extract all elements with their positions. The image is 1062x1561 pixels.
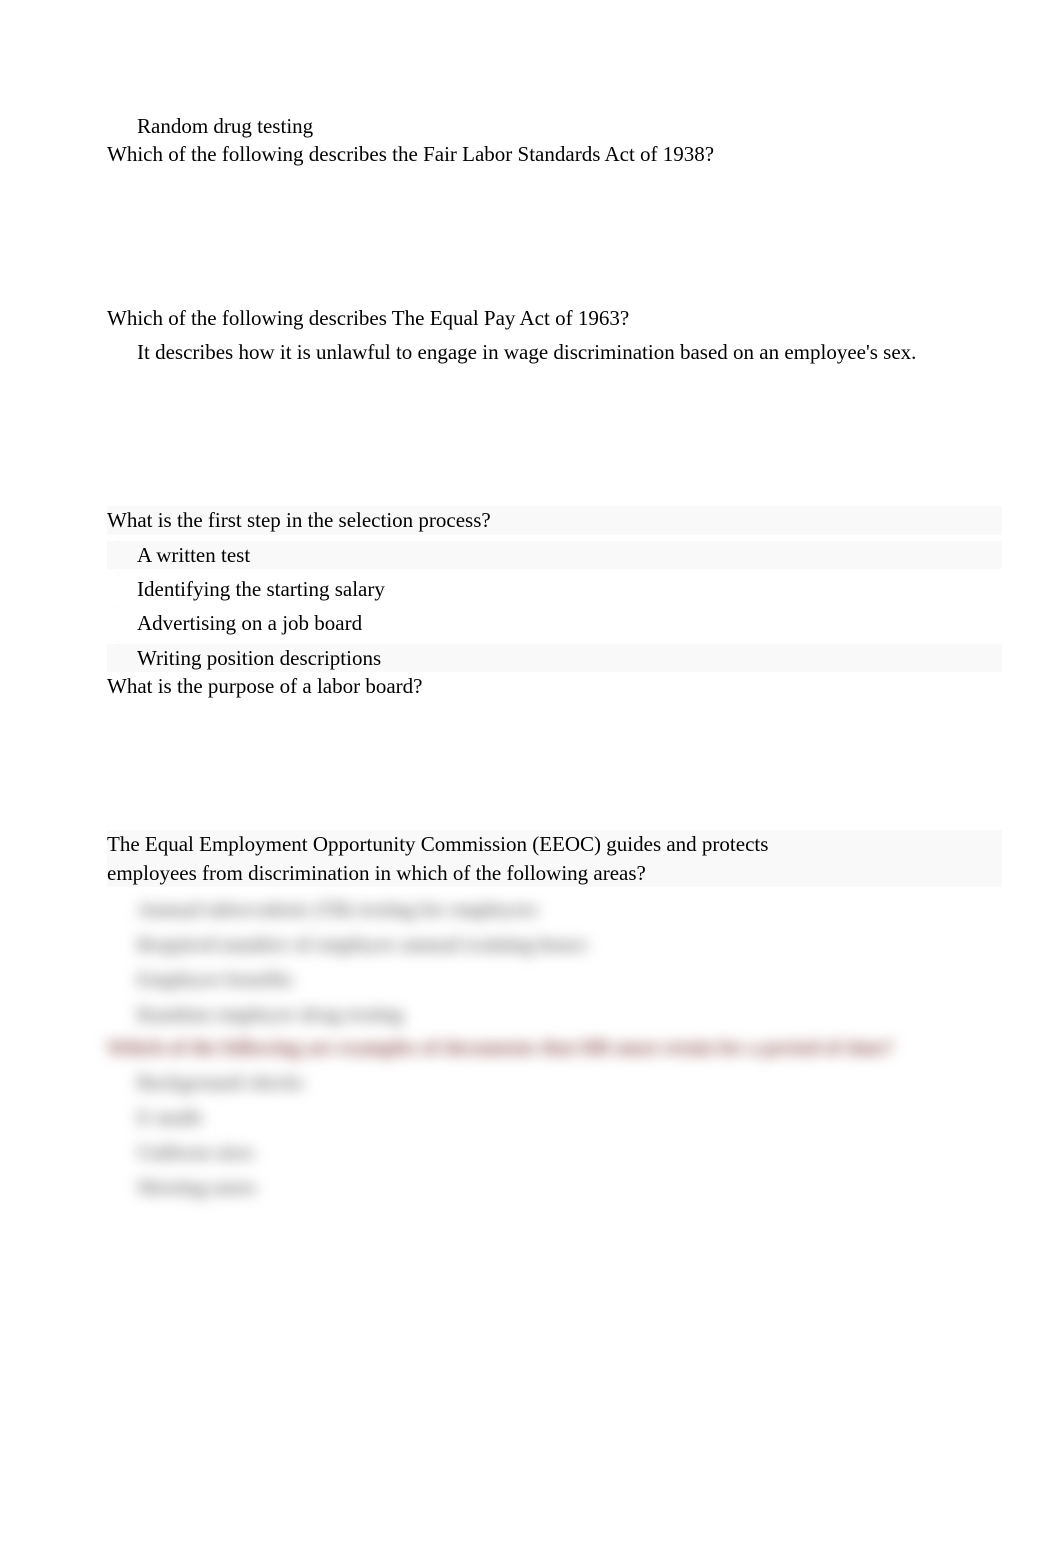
question-eeoc-line2: employees from discrimination in which o… <box>107 859 1002 887</box>
option-label: Advertising on a job board <box>137 611 362 635</box>
blurred-question: Which of the following are examples of d… <box>107 1035 1002 1062</box>
blurred-option: Meeting notes <box>107 1175 1002 1202</box>
question-flsa: Which of the following describes the Fai… <box>107 140 1002 168</box>
blurred-option: Annual tuberculosis (TB) testing for emp… <box>107 897 1002 924</box>
option-row: ○ Identifying the starting salary <box>107 575 1002 603</box>
question-eeoc: The Equal Employment Opportunity Commiss… <box>107 830 1002 887</box>
option-row: ○ A written test <box>107 541 1002 569</box>
answer-epa: It describes how it is unlawful to engag… <box>107 338 1002 366</box>
option-marker: ○ <box>114 636 121 651</box>
question-eeoc-line1: The Equal Employment Opportunity Commiss… <box>107 830 1002 858</box>
question-epa: Which of the following describes The Equ… <box>107 304 1002 332</box>
blurred-option: Random employee drug testing <box>107 1002 1002 1029</box>
option-row: ○ Writing position descriptions <box>107 644 1002 672</box>
blurred-content: Annual tuberculosis (TB) testing for emp… <box>107 897 1002 1202</box>
option-marker: ○ <box>114 567 121 582</box>
option-row: ○ Advertising on a job board <box>107 609 1002 637</box>
question-selection: What is the first step in the selection … <box>107 506 1002 534</box>
answer-text: Random drug testing <box>107 112 1002 140</box>
question-labor-board: What is the purpose of a labor board? <box>107 672 1002 700</box>
blurred-option: Required number of employee annual train… <box>107 932 1002 959</box>
option-label: Identifying the starting salary <box>137 577 385 601</box>
blurred-option: Employee benefits <box>107 967 1002 994</box>
option-label: Writing position descriptions <box>137 646 381 670</box>
blurred-option: Uniform sizes <box>107 1140 1002 1167</box>
option-label: A written test <box>137 543 250 567</box>
blurred-option: E-mails <box>107 1105 1002 1132</box>
option-marker: ○ <box>114 601 121 616</box>
option-marker: ○ <box>114 533 121 548</box>
blurred-option: Background checks <box>107 1070 1002 1097</box>
